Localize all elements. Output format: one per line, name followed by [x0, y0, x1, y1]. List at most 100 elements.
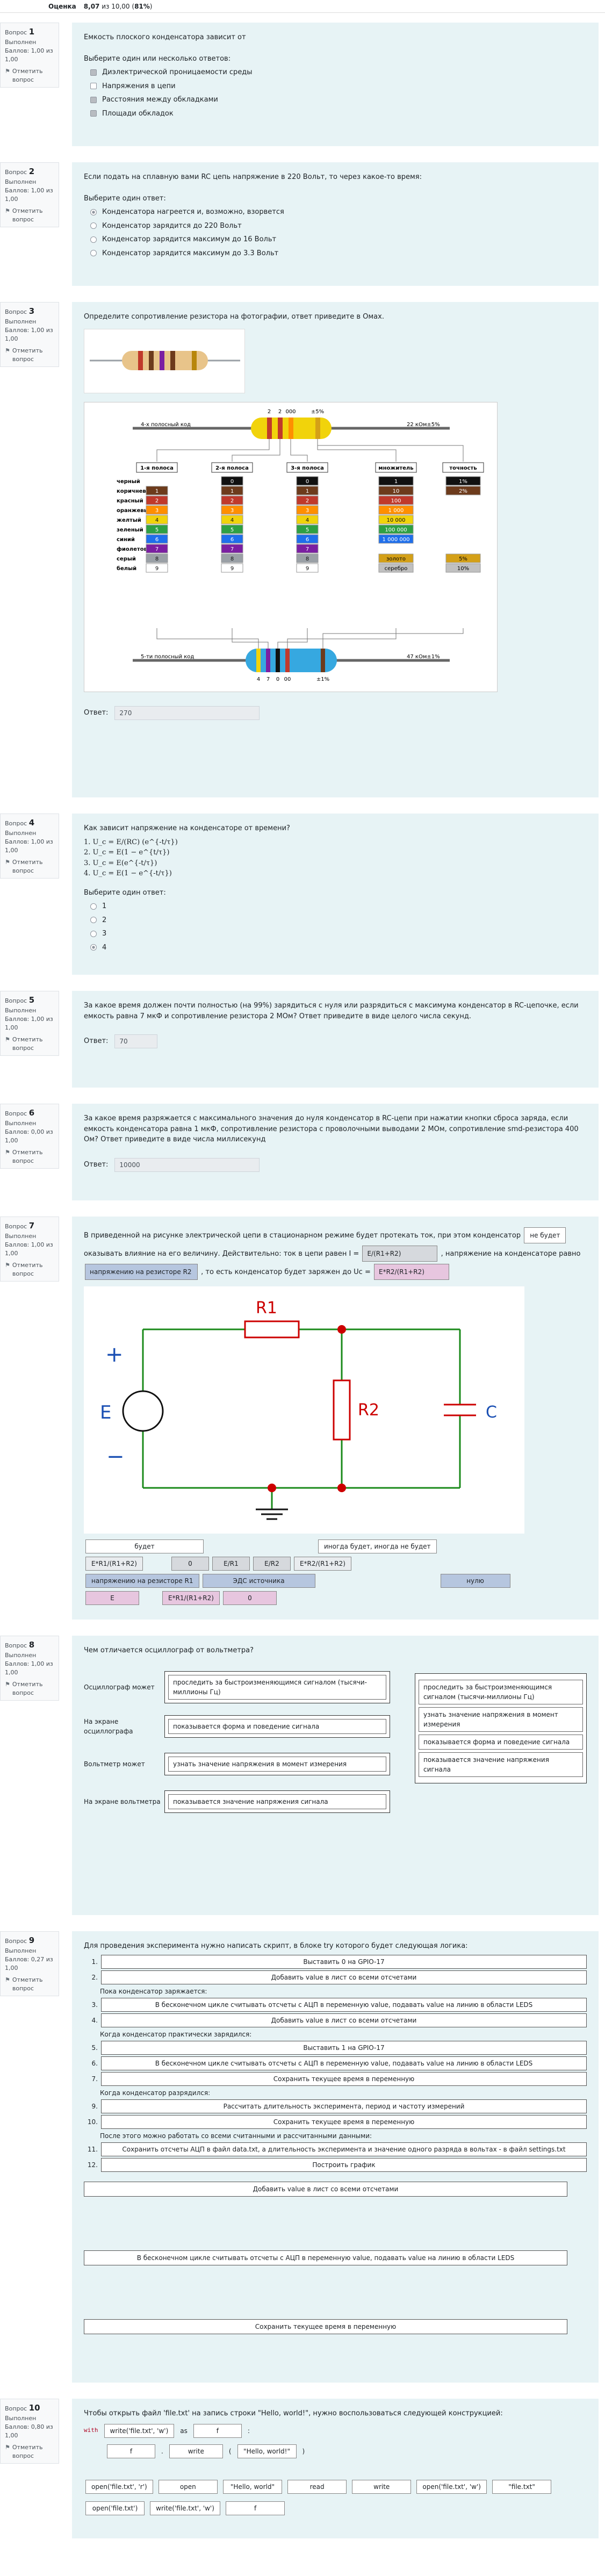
- chip[interactable]: иногда будет, иногда не будет: [318, 1539, 437, 1553]
- option-3[interactable]: Расстояния между обкладками: [90, 95, 587, 105]
- match-slot[interactable]: узнать значение напряжения в момент изме…: [164, 1752, 390, 1775]
- list-subheading: Пока конденсатор заряжается:: [100, 1987, 207, 1995]
- chip[interactable]: будет: [85, 1539, 204, 1553]
- flag-question-button[interactable]: ⚑ Отметить вопрос: [5, 1976, 54, 1993]
- drag-item[interactable]: Рассчитать длительность эксперимента, пе…: [101, 2099, 587, 2113]
- drop-slot-1[interactable]: не будет: [524, 1227, 566, 1243]
- list-item: 4. Добавить value в лист со всеми отсчета…: [84, 2013, 587, 2027]
- chip[interactable]: open: [158, 2479, 218, 2494]
- drag-item[interactable]: Добавить value в лист со всеми отсчетами: [101, 1970, 587, 1984]
- chip[interactable]: ЭДС источника: [202, 1574, 315, 1588]
- chip[interactable]: напряжению на резисторе R1: [85, 1574, 199, 1588]
- drop-slot-2[interactable]: E/(R1+R2): [362, 1246, 438, 1262]
- option-4[interactable]: Площади обкладок: [90, 109, 587, 119]
- chip[interactable]: 0: [222, 1591, 277, 1605]
- radio[interactable]: [90, 208, 97, 215]
- option-2[interactable]: Конденсатор зарядится до 220 Вольт: [90, 221, 587, 232]
- choice[interactable]: показывается форма и поведение сигнала: [419, 1734, 583, 1750]
- checkbox[interactable]: [90, 110, 97, 117]
- option-3[interactable]: 3: [90, 929, 587, 939]
- drag-item[interactable]: Выставить 0 на GPIO-17: [101, 1954, 587, 1969]
- flag-question-button[interactable]: ⚑ Отметить вопрос: [5, 67, 54, 84]
- drag-item[interactable]: Добавить value в лист со всеми отсчетами: [84, 2181, 567, 2197]
- checkbox[interactable]: [90, 69, 97, 76]
- radio[interactable]: [90, 236, 97, 243]
- radio[interactable]: [90, 930, 97, 937]
- chip[interactable]: read: [287, 2479, 347, 2494]
- drop-slot-3[interactable]: напряжению на резисторе R2: [85, 1264, 198, 1280]
- radio[interactable]: [90, 222, 97, 229]
- choice[interactable]: узнать значение напряжения в момент изме…: [419, 1707, 583, 1732]
- drag-item[interactable]: Сохранить текущее время в переменную: [84, 2319, 567, 2334]
- question-7: Вопрос 7 Выполнен Баллов: 1,00 из 1,00 ⚑…: [0, 1217, 605, 1620]
- match-slot[interactable]: показывается форма и поведение сигнала: [164, 1715, 390, 1738]
- radio[interactable]: [90, 917, 97, 924]
- flag-question-button[interactable]: ⚑ Отметить вопрос: [5, 1148, 54, 1165]
- drag-item[interactable]: Добавить value в лист со всеми отсчетами: [101, 2013, 587, 2027]
- flag-question-button[interactable]: ⚑ Отметить вопрос: [5, 207, 54, 224]
- chip[interactable]: "Hello, world": [222, 2479, 282, 2494]
- drag-item[interactable]: В бесконечном цикле считывать отсчеты с …: [84, 2250, 567, 2265]
- option-4[interactable]: 4: [90, 942, 587, 953]
- chip[interactable]: open('file.txt'): [85, 2501, 145, 2515]
- chip[interactable]: open('file.txt', 'r'): [85, 2479, 153, 2494]
- radio[interactable]: [90, 903, 97, 910]
- chip[interactable]: E: [85, 1591, 139, 1605]
- answer-input[interactable]: 270: [114, 706, 260, 720]
- drop-slot[interactable]: "Hello, world!": [237, 2444, 297, 2458]
- drag-item[interactable]: Сохранить текущее время в переменную: [101, 2114, 587, 2129]
- radio[interactable]: [90, 250, 97, 257]
- chip[interactable]: f: [226, 2501, 285, 2515]
- chip[interactable]: E*R1/(R1+R2): [85, 1557, 143, 1571]
- chip[interactable]: нулю: [440, 1574, 510, 1588]
- chip[interactable]: E/R2: [253, 1557, 291, 1571]
- drag-item[interactable]: Выставить 1 на GPIO-17: [101, 2040, 587, 2055]
- flag-question-button[interactable]: ⚑ Отметить вопрос: [5, 1680, 54, 1697]
- drag-item[interactable]: Сохранить отсчеты АЦП в файл data.txt, а…: [101, 2142, 587, 2156]
- drop-slot[interactable]: write: [169, 2444, 223, 2458]
- chip[interactable]: 0: [171, 1557, 209, 1571]
- option-2[interactable]: 2: [90, 915, 587, 926]
- multiplier-label: 10 000: [387, 517, 406, 523]
- chip[interactable]: "file.txt": [492, 2479, 552, 2494]
- chip[interactable]: E*R2/(R1+R2): [293, 1557, 351, 1571]
- flag-question-button[interactable]: ⚑ Отметить вопрос: [5, 2443, 54, 2460]
- flag-question-button[interactable]: ⚑ Отметить вопрос: [5, 347, 54, 364]
- flag-question-button[interactable]: ⚑ Отметить вопрос: [5, 1035, 54, 1053]
- option-2[interactable]: Напряжения в цепи: [90, 81, 587, 92]
- band-digit: 2: [268, 409, 271, 415]
- chip[interactable]: write('file.txt', 'w'): [150, 2501, 220, 2515]
- match-slot[interactable]: показывается значение напряжения сигнала: [164, 1790, 390, 1813]
- drag-item[interactable]: Построить график: [101, 2157, 587, 2172]
- drag-item[interactable]: В бесконечном цикле считывать отсчеты с …: [101, 2056, 587, 2070]
- drag-item[interactable]: Сохранить текущее время в переменную: [101, 2071, 587, 2086]
- option-3[interactable]: Конденсатор зарядится максимум до 16 Вол…: [90, 234, 587, 245]
- choice[interactable]: показывается значение напряжения сигнала: [419, 1752, 583, 1777]
- chip[interactable]: E/R1: [212, 1557, 250, 1571]
- drop-slot[interactable]: write('file.txt', 'w'): [104, 2423, 175, 2438]
- match-slot[interactable]: проследить за быстроизменяющимся сигнало…: [164, 1671, 390, 1703]
- flag-question-button[interactable]: ⚑ Отметить вопрос: [5, 1261, 54, 1278]
- checkbox[interactable]: [90, 96, 97, 103]
- option-4[interactable]: Конденсатор зарядится максимум до 3.3 Во…: [90, 248, 587, 259]
- label-plus: +: [105, 1342, 124, 1367]
- chip[interactable]: open('file.txt', 'w'): [416, 2479, 487, 2494]
- flag-question-button[interactable]: ⚑ Отметить вопрос: [5, 858, 54, 875]
- answer-input[interactable]: 10000: [114, 1157, 260, 1172]
- option-1[interactable]: 1: [90, 901, 587, 912]
- checkbox[interactable]: [90, 83, 97, 90]
- choice[interactable]: проследить за быстроизменяющимся сигнало…: [419, 1679, 583, 1704]
- answer-input[interactable]: 70: [114, 1034, 158, 1048]
- drag-item[interactable]: В бесконечном цикле считывать отсчеты с …: [101, 1997, 587, 2012]
- option-1[interactable]: Конденсатора нагреется и, возможно, взор…: [90, 207, 587, 218]
- digit-label: 2: [231, 498, 234, 504]
- drop-slot-4[interactable]: E*R2/(R1+R2): [374, 1264, 449, 1280]
- chip[interactable]: write: [352, 2479, 412, 2494]
- option-1[interactable]: Диэлектрической проницаемости среды: [90, 67, 587, 78]
- chip[interactable]: E*R1/(R1+R2): [162, 1591, 220, 1605]
- drop-slot[interactable]: f: [107, 2444, 155, 2458]
- digit-label: 5: [306, 527, 309, 533]
- radio[interactable]: [90, 944, 97, 951]
- list-item: 5. Выставить 1 на GPIO-17: [84, 2040, 587, 2055]
- drop-slot[interactable]: f: [193, 2423, 242, 2438]
